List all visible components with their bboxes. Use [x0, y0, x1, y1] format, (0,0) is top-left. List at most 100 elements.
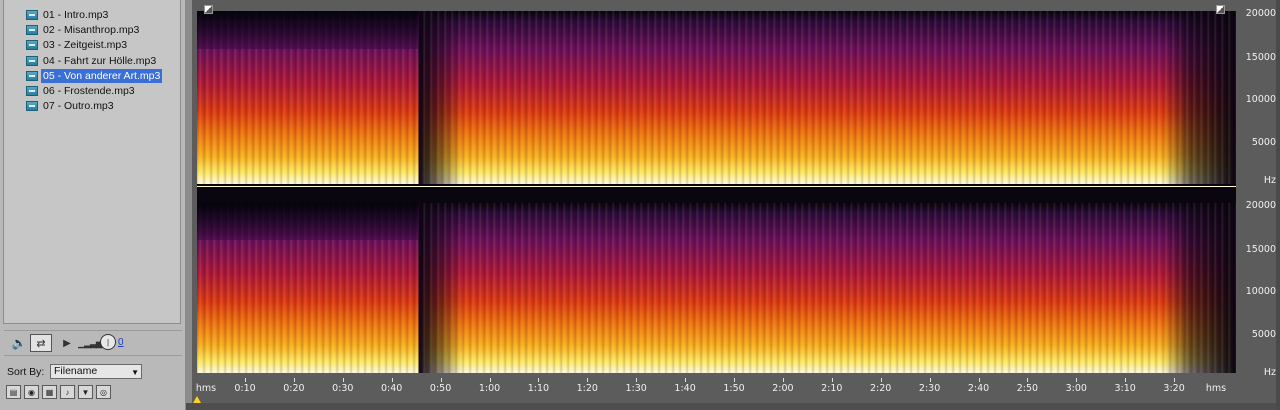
time-tick-mark [1174, 378, 1176, 382]
volume-bars-icon: ▁▂▃▅ [78, 337, 103, 348]
time-tick-mark [978, 378, 980, 382]
file-name: 06 - Frostende.mp3 [43, 85, 135, 97]
freq-unit: Hz [1263, 175, 1276, 186]
window-edge [1276, 0, 1280, 410]
chevron-down-icon: ▼ [131, 368, 139, 377]
status-strip [186, 403, 1280, 410]
time-tick-label: 3:20 [1163, 383, 1185, 394]
audio-file-icon [26, 101, 38, 112]
zoom-corner-left-icon[interactable] [204, 5, 213, 14]
frequency-axis-bottom: 20000 15000 10000 5000 Hz [1238, 197, 1280, 381]
file-name: 07 - Outro.mp3 [43, 100, 114, 113]
time-tick-mark [1125, 378, 1127, 382]
time-tick-mark [1076, 378, 1078, 382]
filter-icon[interactable]: ▼ [78, 385, 93, 399]
waveform-view-icon[interactable]: ▤ [6, 385, 21, 399]
time-tick-mark [636, 378, 638, 382]
playhead-marker[interactable] [193, 396, 201, 403]
time-tick-label: 1:50 [723, 383, 745, 394]
file-list: 01 - Intro.mp3 02 - Misanthrop.mp3 03 - Ze… [3, 0, 181, 324]
file-name: 04 - Fahrt zur Hölle.mp3 [43, 54, 157, 67]
sort-value: Filename [54, 365, 98, 377]
time-tick-mark [489, 378, 491, 382]
time-tick-label: 0:50 [429, 383, 452, 394]
time-tick-mark [293, 378, 295, 382]
time-tick-label: 1:30 [625, 383, 647, 394]
time-tick-label: 2:00 [772, 383, 794, 394]
cd-icon[interactable]: ◎ [96, 385, 111, 399]
file-list-item[interactable]: 03 - Zeitgeist.mp3 [26, 38, 129, 52]
time-ruler[interactable]: hms hms 0:10 0:20 0:30 0:40 0:50 1:00 1:10 1:20… [195, 378, 1236, 396]
time-tick-mark [342, 378, 344, 382]
music-note-icon[interactable]: ♪ [60, 385, 75, 399]
file-name: 05 - Von anderer Art.mp3 [41, 68, 163, 83]
time-tick-mark [440, 378, 442, 382]
film-icon[interactable]: ▦ [42, 385, 57, 399]
time-tick-mark [245, 378, 246, 382]
spectrogram-right-channel[interactable] [197, 203, 1236, 373]
file-list-item[interactable]: 02 - Misanthrop.mp3 [26, 23, 141, 37]
file-list-item[interactable]: 06 - Frostende.mp3 [26, 84, 137, 98]
time-tick-mark [1027, 378, 1029, 382]
audio-file-icon [26, 25, 38, 36]
freq-unit: Hz [1263, 367, 1276, 378]
record-icon[interactable]: ◉ [24, 385, 39, 399]
time-tick-label: 2:50 [1016, 383, 1039, 394]
spectrogram-left-channel[interactable] [197, 11, 1236, 184]
frequency-axis-top: 20000 15000 10000 5000 Hz [1238, 5, 1280, 186]
file-list-item[interactable]: 04 - Fahrt zur Hölle.mp3 [26, 54, 158, 68]
time-tick-mark [782, 378, 784, 382]
freq-tick: 5000 [1251, 329, 1276, 340]
volume-value[interactable]: 0 [118, 337, 124, 348]
zoom-corner-right-icon[interactable] [1216, 5, 1225, 14]
time-tick-label: 1:40 [674, 383, 696, 394]
time-tick-mark [587, 378, 589, 382]
time-tick-label: 3:10 [1114, 383, 1136, 394]
audio-file-icon [26, 55, 38, 66]
time-tick-label: 3:00 [1065, 383, 1087, 394]
transport-controls: 🔈 ⇄ ▶ ▁▂▃▅ | 0 [4, 330, 182, 356]
sort-row: Sort By: Filename ▼ [4, 363, 182, 381]
freq-tick: 20000 [1245, 200, 1276, 211]
time-tick-mark [880, 378, 882, 382]
loop-button[interactable]: ⇄ [30, 334, 52, 352]
time-tick-label: 2:40 [967, 383, 990, 394]
time-tick-label: 0:10 [234, 383, 256, 394]
time-tick-label: 1:00 [478, 383, 501, 394]
freq-tick: 5000 [1251, 137, 1276, 148]
file-list-item[interactable]: 01 - Intro.mp3 [26, 8, 110, 22]
file-list-item[interactable]: 05 - Von anderer Art.mp3 [26, 68, 163, 83]
time-tick-mark [538, 378, 540, 382]
freq-tick: 10000 [1245, 94, 1276, 105]
time-unit-start: hms [195, 383, 217, 394]
audio-file-icon [26, 40, 38, 51]
time-tick-mark [734, 378, 735, 382]
volume-knob[interactable]: | [100, 334, 116, 350]
audio-file-icon [26, 70, 38, 81]
channel-separator [197, 184, 1236, 203]
freq-tick: 20000 [1245, 8, 1276, 19]
speaker-icon[interactable]: 🔈 [10, 334, 28, 352]
freq-tick: 15000 [1245, 244, 1276, 255]
file-name: 03 - Zeitgeist.mp3 [43, 39, 128, 52]
file-name: 02 - Misanthrop.mp3 [43, 24, 140, 37]
audio-file-icon [26, 10, 38, 20]
time-tick-label: 1:20 [576, 383, 598, 394]
time-tick-label: 0:20 [283, 383, 305, 394]
bottom-toolbar: ▤ ◉ ▦ ♪ ▼ ◎ [6, 385, 111, 401]
time-tick-mark [929, 378, 931, 382]
sort-select[interactable]: Filename ▼ [50, 364, 142, 379]
freq-tick: 10000 [1245, 286, 1276, 297]
time-tick-label: 0:40 [381, 383, 403, 394]
time-tick-label: 1:10 [527, 383, 550, 394]
freq-tick: 15000 [1245, 52, 1276, 63]
file-panel: 01 - Intro.mp3 02 - Misanthrop.mp3 03 - Ze… [0, 0, 186, 410]
time-tick-mark [685, 378, 687, 382]
time-tick-mark [391, 378, 393, 382]
sort-label: Sort By: [7, 366, 45, 378]
play-button[interactable]: ▶ [60, 334, 74, 352]
time-tick-mark [831, 378, 833, 382]
file-list-item[interactable]: 07 - Outro.mp3 [26, 99, 116, 113]
time-unit-end: hms [1205, 383, 1227, 394]
audio-file-icon [26, 86, 38, 96]
